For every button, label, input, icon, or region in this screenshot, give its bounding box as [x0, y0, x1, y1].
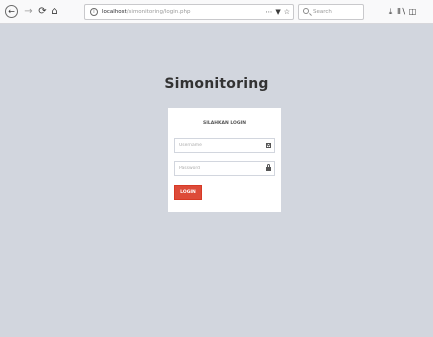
url-actions: ⋯ ▼ ☆ [262, 6, 290, 18]
login-box: SILAHKAN LOGIN LOGIN [168, 108, 281, 212]
url-bar[interactable]: i localhost/simonitoring/login.php ⋯ ▼ ☆ [84, 4, 294, 20]
username-field[interactable] [174, 138, 275, 153]
bookmark-star-icon[interactable]: ☆ [284, 8, 290, 16]
info-icon[interactable]: i [90, 8, 98, 16]
page-actions-icon[interactable]: ⋯ [265, 8, 272, 16]
search-box[interactable]: Search [298, 4, 364, 20]
url-path: /simonitoring/login.php [126, 9, 191, 15]
login-button[interactable]: LOGIN [174, 185, 202, 200]
login-heading: SILAHKAN LOGIN [202, 121, 246, 126]
username-input[interactable] [175, 139, 267, 152]
library-icon[interactable]: Ⅱ∖ [396, 5, 407, 18]
back-button[interactable]: ← [5, 5, 18, 18]
url-host: localhost [102, 9, 127, 15]
download-icon[interactable]: ⤓ [385, 5, 396, 18]
forward-button[interactable]: → [22, 5, 35, 18]
browser-toolbar: ← → ⟳ ⌂ i localhost/simonitoring/login.p… [0, 0, 433, 24]
search-placeholder: Search [313, 9, 332, 15]
home-button[interactable]: ⌂ [48, 5, 61, 18]
toolbar-right-icons: ⤓ Ⅱ∖ ◫ [385, 5, 418, 18]
sidebar-icon[interactable]: ◫ [407, 5, 418, 18]
page-title: Simonitoring [164, 76, 269, 92]
envelope-icon [266, 143, 271, 148]
pocket-icon[interactable]: ▼ [275, 8, 280, 16]
password-field[interactable] [174, 161, 275, 176]
lock-icon [266, 164, 271, 171]
password-input[interactable] [175, 162, 267, 175]
url-text[interactable]: localhost/simonitoring/login.php [102, 7, 190, 17]
search-icon [303, 8, 309, 14]
